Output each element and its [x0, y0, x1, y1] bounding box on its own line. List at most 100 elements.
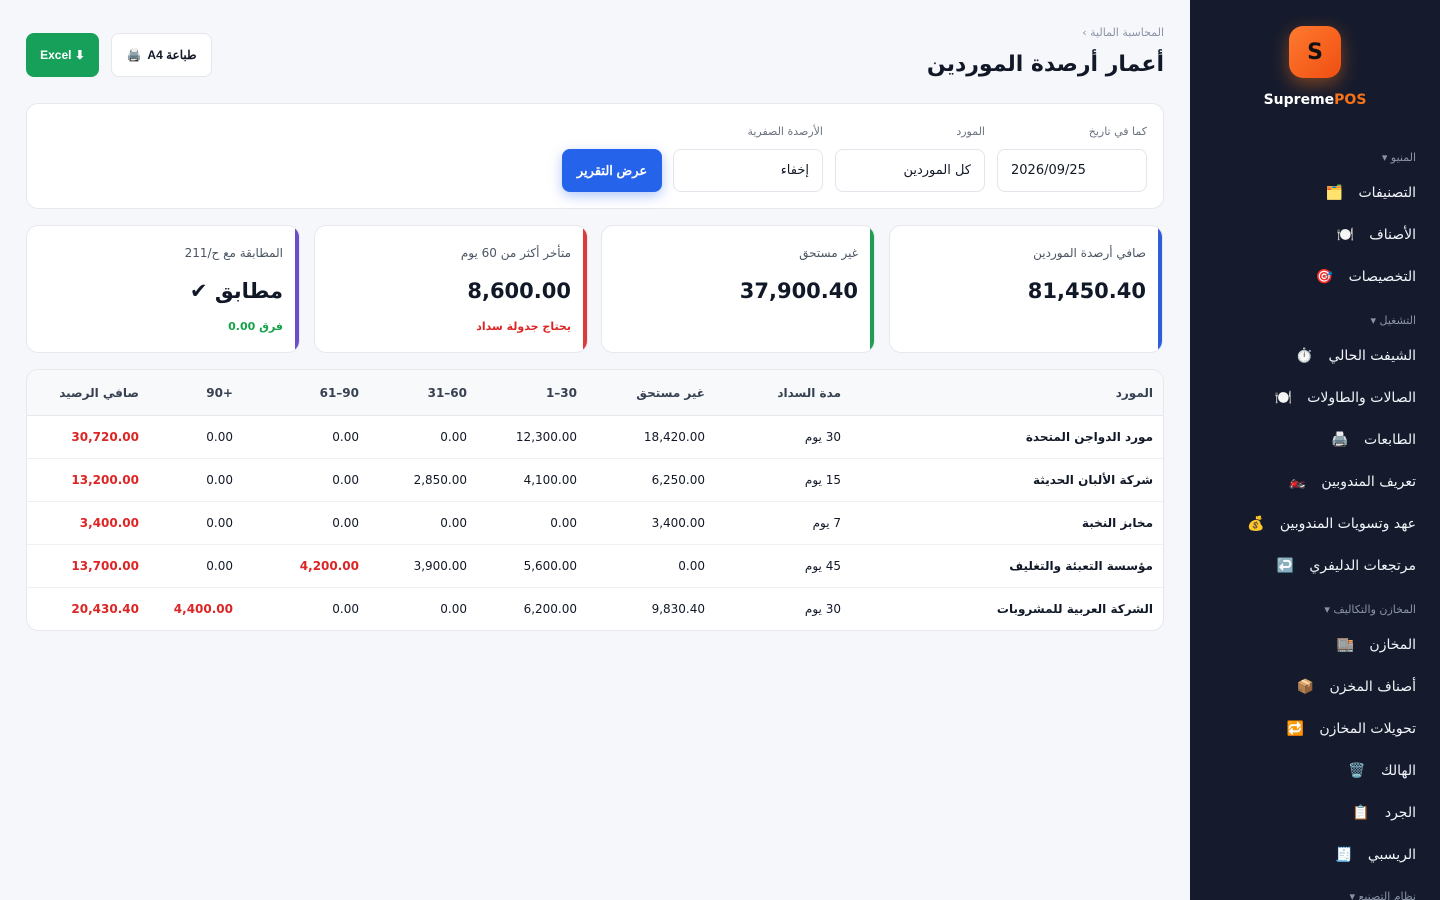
sidebar-item-items[interactable]: الأصناف 🍽️: [1211, 220, 1416, 250]
supplier-select[interactable]: كل الموردين: [835, 149, 985, 192]
col-supplier[interactable]: المورد: [1116, 386, 1153, 400]
trash-icon: 🗑️: [1348, 763, 1366, 779]
cell-1-30: 6,200.00: [523, 602, 577, 616]
col-terms[interactable]: مدة السداد: [777, 386, 841, 400]
table-row[interactable]: الشركة العربية للمشروبات 30 يوم 9,830.40 6,…: [27, 588, 1163, 630]
col-61-90[interactable]: 61–90: [320, 386, 359, 400]
sidebar-item-printers[interactable]: الطابعات 🖨️: [1211, 425, 1416, 455]
kpi-card-overdue-60: متأخر أكثر من 60 يوم 8,600.00 يحتاج جدول…: [314, 225, 588, 353]
sidebar-item-waste[interactable]: الهالك 🗑️: [1211, 756, 1416, 786]
cell-31-60: 0.00: [440, 516, 467, 530]
sidebar-item-label: الطابعات: [1363, 432, 1416, 448]
kpi-note: فرق 0.00: [228, 320, 283, 333]
col-net-balance[interactable]: صافي الرصيد: [59, 386, 139, 400]
cell-net-balance: 30,720.00: [71, 430, 139, 444]
sidebar-item-label: الشيفت الحالي: [1328, 348, 1416, 364]
sidebar-item-delivery-returns[interactable]: مرتجعات الدليفري ↩️: [1211, 551, 1416, 581]
nav-section-manufacturing[interactable]: نظام التصنيع ▾: [1349, 890, 1416, 900]
filters-card: كما في تاريخ 2026/09/25 المورد كل المورد…: [26, 103, 1164, 209]
cell-90-plus: 0.00: [206, 473, 233, 487]
sidebar-item-customizations[interactable]: التخصيصات 🎯: [1211, 262, 1416, 292]
col-not-due[interactable]: غير مستحق: [636, 386, 705, 400]
kpi-accent-bar: [583, 226, 587, 352]
package-icon: 📦: [1296, 679, 1315, 695]
sidebar-item-label: الهالك: [1381, 763, 1416, 779]
cell-61-90: 0.00: [332, 430, 359, 444]
cell-terms: 30 يوم: [804, 602, 841, 616]
logo-letter: S: [1307, 39, 1323, 65]
cell-1-30: 5,600.00: [523, 559, 577, 573]
sidebar-item-warehouse-transfers[interactable]: تحويلات المخازن 🔁: [1211, 714, 1416, 744]
cell-terms: 45 يوم: [804, 559, 841, 573]
aging-table: المورد مدة السداد غير مستحق 1–30 31–60 6…: [26, 369, 1164, 631]
sidebar-item-label: التخصيصات: [1348, 269, 1416, 285]
sidebar-item-label: الأصناف: [1369, 227, 1416, 243]
plate-icon: 🍽️: [1336, 227, 1354, 243]
cell-terms: 15 يوم: [804, 473, 841, 487]
return-arrow-icon: ↩️: [1276, 558, 1295, 574]
col-90-plus[interactable]: 90+: [206, 386, 233, 400]
cell-net-balance: 3,400.00: [79, 516, 139, 530]
cell-61-90: 0.00: [332, 473, 359, 487]
sidebar-item-label: الصالات والطاولات: [1307, 390, 1416, 406]
show-report-button[interactable]: عرض التقرير: [562, 149, 662, 192]
sidebar-item-agent-settlements[interactable]: عهد وتسويات المندوبين 💰: [1211, 509, 1416, 539]
col-1-30[interactable]: 1–30: [546, 386, 577, 400]
export-excel-button[interactable]: Excel ⬇: [26, 33, 99, 77]
sidebar: S SupremePOS المنيو ▾ التصنيفات 🗂️ الأصن…: [1190, 0, 1440, 900]
sidebar-item-label: تعريف المندوبين: [1321, 474, 1416, 490]
table-row[interactable]: مخابز النخبة 7 يوم 3,400.00 0.00 0.00 0.00 0.0…: [27, 502, 1163, 545]
cell-not-due: 18,420.00: [643, 430, 705, 444]
cell-terms: 30 يوم: [804, 430, 841, 444]
zero-balances-select[interactable]: إخفاء: [673, 149, 823, 192]
date-field[interactable]: 2026/09/25: [997, 149, 1147, 192]
cell-90-plus: 0.00: [206, 559, 233, 573]
kpi-value: مطابق ✔: [189, 279, 283, 303]
cell-61-90: 0.00: [332, 602, 359, 616]
col-31-60[interactable]: 31–60: [428, 386, 467, 400]
cell-supplier: مؤسسة التعبئة والتغليف: [1009, 559, 1153, 573]
sidebar-item-label: الريسبي: [1367, 847, 1416, 863]
sidebar-item-label: المخازن: [1369, 637, 1416, 653]
sidebar-item-label: مرتجعات الدليفري: [1309, 558, 1416, 574]
sidebar-item-recipes[interactable]: الريسبي 🧾: [1211, 840, 1416, 870]
sidebar-item-warehouse-items[interactable]: أصناف المخزن 📦: [1211, 672, 1416, 702]
nav-section-inventory[interactable]: المخازن والتكاليف ▾: [1324, 603, 1416, 616]
table-row[interactable]: شركة الألبان الحديثة 15 يوم 6,250.00 4,100.…: [27, 459, 1163, 502]
kpi-card-reconciliation: المطابقة مع ح/211 مطابق ✔ فرق 0.00: [26, 225, 300, 353]
cell-1-30: 12,300.00: [515, 430, 577, 444]
sidebar-item-delivery-agents[interactable]: تعريف المندوبين 🏍️: [1211, 467, 1416, 497]
print-a4-button[interactable]: طباعة A4 🖨️: [111, 33, 212, 77]
table-row[interactable]: مورد الدواجن المتحدة 30 يوم 18,420.00 12,30…: [27, 416, 1163, 459]
print-label: طباعة A4: [147, 48, 197, 62]
sidebar-item-warehouses[interactable]: المخازن 🏬: [1211, 630, 1416, 660]
sidebar-item-label: الجرد: [1384, 805, 1416, 821]
printer-icon: 🖨️: [126, 48, 142, 62]
kpi-card-not-due: غير مستحق 37,900.40: [601, 225, 875, 353]
date-value: 2026/09/25: [1011, 163, 1086, 178]
supplier-value: كل الموردين: [903, 163, 971, 178]
cell-supplier: مورد الدواجن المتحدة: [1025, 430, 1153, 444]
sidebar-item-label: تحويلات المخازن: [1319, 721, 1416, 737]
receipt-icon: 🧾: [1335, 847, 1353, 863]
sidebar-item-categories[interactable]: التصنيفات 🗂️: [1211, 178, 1416, 208]
supplier-label: المورد: [956, 125, 985, 138]
sidebar-item-halls-tables[interactable]: الصالات والطاولات 🍽️: [1211, 383, 1417, 413]
cell-90-plus: 0.00: [206, 516, 233, 530]
nav-section-operations[interactable]: التشغيل ▾: [1370, 314, 1416, 327]
cell-1-30: 4,100.00: [523, 473, 577, 487]
app-logo[interactable]: S: [1289, 26, 1341, 78]
folder-icon: 🗂️: [1325, 185, 1344, 201]
nav-section-menu[interactable]: المنيو ▾: [1382, 151, 1416, 164]
sidebar-item-current-shift[interactable]: الشيفت الحالي ⏱️: [1211, 341, 1416, 371]
sidebar-item-stocktake[interactable]: الجرد 📋: [1211, 798, 1416, 828]
brand-main: Supreme: [1263, 92, 1335, 108]
table-row[interactable]: مؤسسة التعبئة والتغليف 45 يوم 0.00 5,600.00…: [27, 545, 1163, 588]
sidebar-item-label: التصنيفات: [1358, 185, 1417, 201]
cell-supplier: مخابز النخبة: [1081, 516, 1153, 530]
cell-net-balance: 20,430.40: [71, 602, 139, 616]
breadcrumb[interactable]: المحاسبة المالية ›: [1082, 26, 1164, 39]
cell-not-due: 6,250.00: [651, 473, 705, 487]
sidebar-item-label: أصناف المخزن: [1329, 679, 1416, 695]
kpi-label: متأخر أكثر من 60 يوم: [460, 246, 571, 260]
